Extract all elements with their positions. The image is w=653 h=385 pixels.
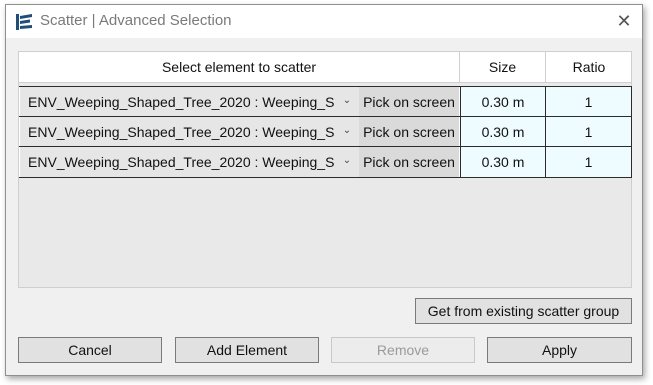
element-select-value: ENV_Weeping_Shaped_Tree_2020 : Weeping_S… bbox=[28, 154, 334, 170]
chevron-down-icon[interactable]: ⌄ bbox=[340, 117, 354, 147]
column-header-ratio: Ratio bbox=[572, 59, 606, 75]
table-row: ENV_Weeping_Shaped_Tree_2020 : Weeping_S… bbox=[19, 86, 632, 118]
table-row: ENV_Weeping_Shaped_Tree_2020 : Weeping_S… bbox=[19, 146, 632, 178]
element-table: Select element to scatter Size Ratio ENV… bbox=[18, 51, 632, 288]
apply-button[interactable]: Apply bbox=[487, 337, 632, 363]
pick-on-screen-button[interactable]: Pick on screen bbox=[359, 87, 459, 117]
add-element-button[interactable]: Add Element bbox=[175, 337, 319, 363]
get-from-existing-scatter-group-button[interactable]: Get from existing scatter group bbox=[415, 298, 632, 324]
element-select[interactable]: ENV_Weeping_Shaped_Tree_2020 : Weeping_S… bbox=[20, 147, 359, 177]
table-row: ENV_Weeping_Shaped_Tree_2020 : Weeping_S… bbox=[19, 116, 632, 148]
column-header-size: Size bbox=[460, 52, 546, 82]
ratio-cell[interactable]: 1 bbox=[546, 117, 632, 147]
chevron-down-icon[interactable]: ⌄ bbox=[340, 147, 354, 177]
element-select-value: ENV_Weeping_Shaped_Tree_2020 : Weeping_S… bbox=[28, 124, 334, 140]
ratio-cell[interactable]: 1 bbox=[546, 87, 632, 117]
app-logo-icon bbox=[14, 12, 34, 32]
table-header: Select element to scatter Size Ratio bbox=[19, 52, 631, 83]
remove-button[interactable]: Remove bbox=[331, 337, 475, 363]
chevron-down-icon[interactable]: ⌄ bbox=[340, 87, 354, 117]
close-icon[interactable]: ✕ bbox=[612, 10, 636, 34]
title-bar: Scatter | Advanced Selection ✕ bbox=[6, 5, 642, 38]
advanced-selection-dialog: Scatter | Advanced Selection ✕ Select el… bbox=[5, 4, 643, 376]
ratio-cell[interactable]: 1 bbox=[546, 147, 632, 177]
pick-on-screen-button[interactable]: Pick on screen bbox=[359, 147, 459, 177]
size-cell[interactable]: 0.30 m bbox=[460, 117, 546, 147]
element-select[interactable]: ENV_Weeping_Shaped_Tree_2020 : Weeping_S… bbox=[20, 117, 359, 147]
element-select[interactable]: ENV_Weeping_Shaped_Tree_2020 : Weeping_S… bbox=[20, 87, 359, 117]
column-header-element: Select element to scatter bbox=[19, 52, 460, 82]
element-select-value: ENV_Weeping_Shaped_Tree_2020 : Weeping_S… bbox=[28, 94, 334, 110]
pick-on-screen-button[interactable]: Pick on screen bbox=[359, 117, 459, 147]
size-cell[interactable]: 0.30 m bbox=[460, 87, 546, 117]
cancel-button[interactable]: Cancel bbox=[18, 337, 162, 363]
size-cell[interactable]: 0.30 m bbox=[460, 147, 546, 177]
window-title: Scatter | Advanced Selection bbox=[40, 12, 232, 29]
